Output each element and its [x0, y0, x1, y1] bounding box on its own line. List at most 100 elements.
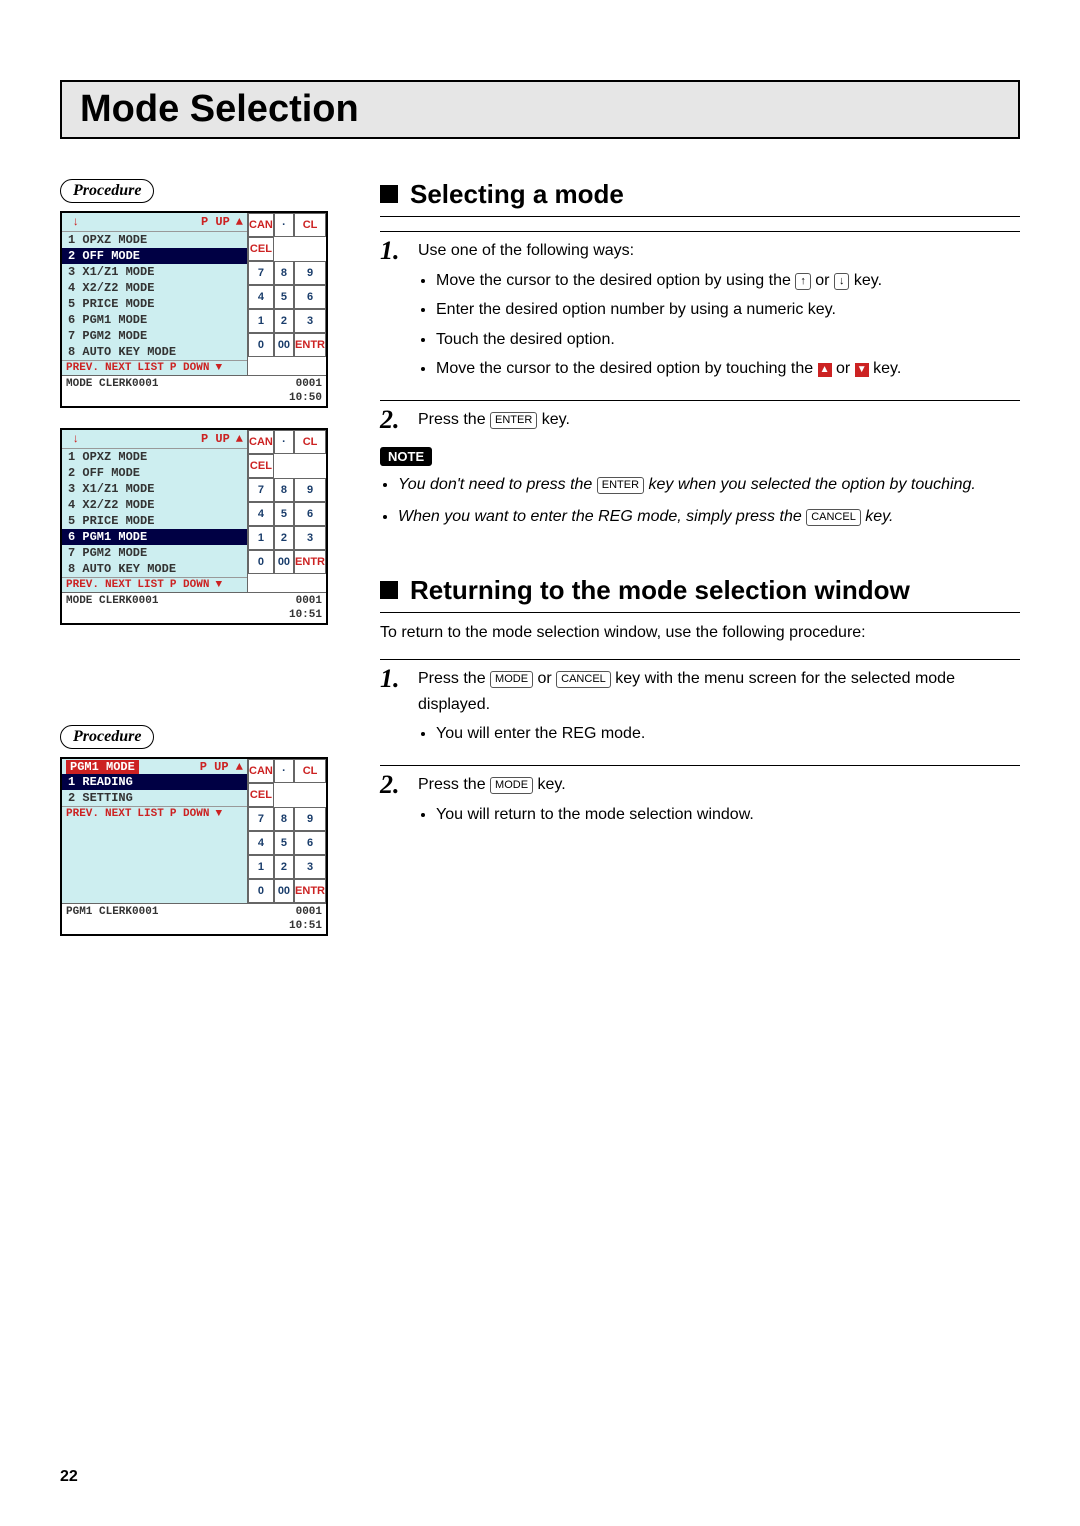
keypad-key[interactable]: 9 [294, 261, 326, 285]
keypad-key[interactable]: 3 [294, 855, 326, 879]
list-item[interactable]: 7 PGM2 MODE [62, 328, 247, 344]
keypad-key[interactable]: 4 [248, 831, 274, 855]
list-item[interactable]: 5 PRICE MODE [62, 513, 247, 529]
keypad-key[interactable]: · [274, 430, 294, 454]
screen-softkey[interactable]: P DOWN [170, 808, 210, 820]
keypad-key[interactable]: 2 [274, 855, 294, 879]
list-item[interactable]: 6 PGM1 MODE [62, 529, 247, 545]
keypad-key[interactable]: 0 [248, 333, 274, 357]
keypad-key[interactable]: 0 [248, 879, 274, 903]
keypad-key[interactable]: 2 [274, 309, 294, 333]
list-item[interactable]: 5 PRICE MODE [62, 296, 247, 312]
screen-softkey[interactable]: LIST [137, 579, 163, 591]
section2-header: Returning to the mode selection window [380, 575, 1020, 613]
keypad-key[interactable]: · [274, 759, 294, 783]
keypad-key[interactable]: CEL [248, 237, 274, 261]
list-item[interactable]: 3 X1/Z1 MODE [62, 264, 247, 280]
keypad-key[interactable]: 1 [248, 309, 274, 333]
list-item[interactable]: 4 X2/Z2 MODE [62, 280, 247, 296]
step-number-1: 1. [380, 238, 408, 386]
keypad-key[interactable]: · [274, 213, 294, 237]
screen-softkey[interactable]: LIST [137, 808, 163, 820]
screen-softkey[interactable]: NEXT [105, 362, 131, 374]
list-item[interactable]: 2 OFF MODE [62, 248, 247, 264]
enter-key-icon: ENTER [490, 412, 537, 429]
list-item[interactable]: 7 PGM2 MODE [62, 545, 247, 561]
list-item[interactable]: 2 OFF MODE [62, 465, 247, 481]
step1-bullet1: Move the cursor to the desired option by… [436, 268, 1020, 294]
page-number: 22 [60, 1468, 78, 1486]
keypad-key[interactable]: 7 [248, 261, 274, 285]
page-title: Mode Selection [60, 80, 1020, 139]
screen-softkey[interactable]: P DOWN [170, 579, 210, 591]
step1-bullet4: Move the cursor to the desired option by… [436, 356, 1020, 382]
keypad-key[interactable]: 2 [274, 526, 294, 550]
keypad-key[interactable]: 8 [274, 261, 294, 285]
list-item[interactable]: 6 PGM1 MODE [62, 312, 247, 328]
step1-intro: Use one of the following ways: [418, 242, 634, 259]
keypad-key[interactable]: 1 [248, 855, 274, 879]
procedure-label-1: Procedure [60, 179, 154, 203]
screen-softkey[interactable]: P DOWN [170, 362, 210, 374]
keypad-key[interactable]: 5 [274, 285, 294, 309]
keypad-key[interactable]: ENTR [294, 879, 326, 903]
keypad-key[interactable]: 4 [248, 285, 274, 309]
section2-step1-bullet: You will enter the REG mode. [436, 721, 1020, 747]
keypad-key[interactable]: 6 [294, 831, 326, 855]
keypad-key[interactable]: 6 [294, 285, 326, 309]
keypad-key[interactable]: 9 [294, 478, 326, 502]
keypad-key[interactable]: 8 [274, 807, 294, 831]
list-item[interactable]: 8 AUTO KEY MODE [62, 344, 247, 360]
keypad-key[interactable]: CEL [248, 454, 274, 478]
screen-softkey[interactable]: ▼ [215, 808, 222, 820]
list-item[interactable]: 1 OPXZ MODE [62, 232, 247, 248]
screen-softkey[interactable]: NEXT [105, 808, 131, 820]
keypad-key[interactable]: 7 [248, 807, 274, 831]
list-item[interactable]: 2 SETTING [62, 790, 247, 806]
keypad-key[interactable]: 5 [274, 831, 294, 855]
cancel-key-icon-2: CANCEL [556, 671, 611, 688]
keypad-key[interactable]: CAN [248, 759, 274, 783]
screen-softkey[interactable]: NEXT [105, 579, 131, 591]
keypad-key[interactable]: 00 [274, 333, 294, 357]
mode-key-icon-2: MODE [490, 777, 533, 794]
list-item[interactable]: 8 AUTO KEY MODE [62, 561, 247, 577]
keypad-key[interactable]: 00 [274, 550, 294, 574]
keypad-key[interactable]: ENTR [294, 550, 326, 574]
keypad-key[interactable]: 00 [274, 879, 294, 903]
screen-softkey[interactable]: PREV. [66, 362, 99, 374]
keypad-key[interactable]: CL [294, 430, 326, 454]
screen-softkey[interactable]: ▼ [215, 579, 222, 591]
section2-intro: To return to the mode selection window, … [380, 621, 1020, 645]
keypad-key[interactable]: CL [294, 213, 326, 237]
keypad-key[interactable]: 3 [294, 309, 326, 333]
keypad-key[interactable]: 5 [274, 502, 294, 526]
section1-step1: 1. Use one of the following ways: Move t… [380, 231, 1020, 386]
keypad-key[interactable]: ENTR [294, 333, 326, 357]
keypad-key[interactable]: 8 [274, 478, 294, 502]
keypad-key[interactable]: 3 [294, 526, 326, 550]
screen-mock-1: ↓P UP▲1 OPXZ MODE2 OFF MODE3 X1/Z1 MODE4… [60, 211, 328, 408]
note-list: You don't need to press the ENTER key wh… [380, 472, 1020, 529]
keypad-key[interactable]: 1 [248, 526, 274, 550]
screen-softkey[interactable]: ▼ [215, 362, 222, 374]
screen-softkey[interactable]: LIST [137, 362, 163, 374]
keypad-key[interactable]: CAN [248, 430, 274, 454]
list-item[interactable]: 1 OPXZ MODE [62, 449, 247, 465]
list-item[interactable]: 4 X2/Z2 MODE [62, 497, 247, 513]
screen-mock-2: ↓P UP▲1 OPXZ MODE2 OFF MODE3 X1/Z1 MODE4… [60, 428, 328, 625]
keypad-key[interactable]: 4 [248, 502, 274, 526]
keypad-key[interactable]: 9 [294, 807, 326, 831]
up-key-icon: ↑ [795, 273, 811, 290]
keypad-key[interactable]: 0 [248, 550, 274, 574]
screen-softkey[interactable]: PREV. [66, 579, 99, 591]
screen-softkey[interactable]: PREV. [66, 808, 99, 820]
keypad-key[interactable]: 6 [294, 502, 326, 526]
keypad-key[interactable]: 7 [248, 478, 274, 502]
keypad-key[interactable]: CAN [248, 213, 274, 237]
step-number-2b: 2. [380, 772, 408, 831]
list-item[interactable]: 1 READING [62, 774, 247, 790]
keypad-key[interactable]: CEL [248, 783, 274, 807]
keypad-key[interactable]: CL [294, 759, 326, 783]
list-item[interactable]: 3 X1/Z1 MODE [62, 481, 247, 497]
